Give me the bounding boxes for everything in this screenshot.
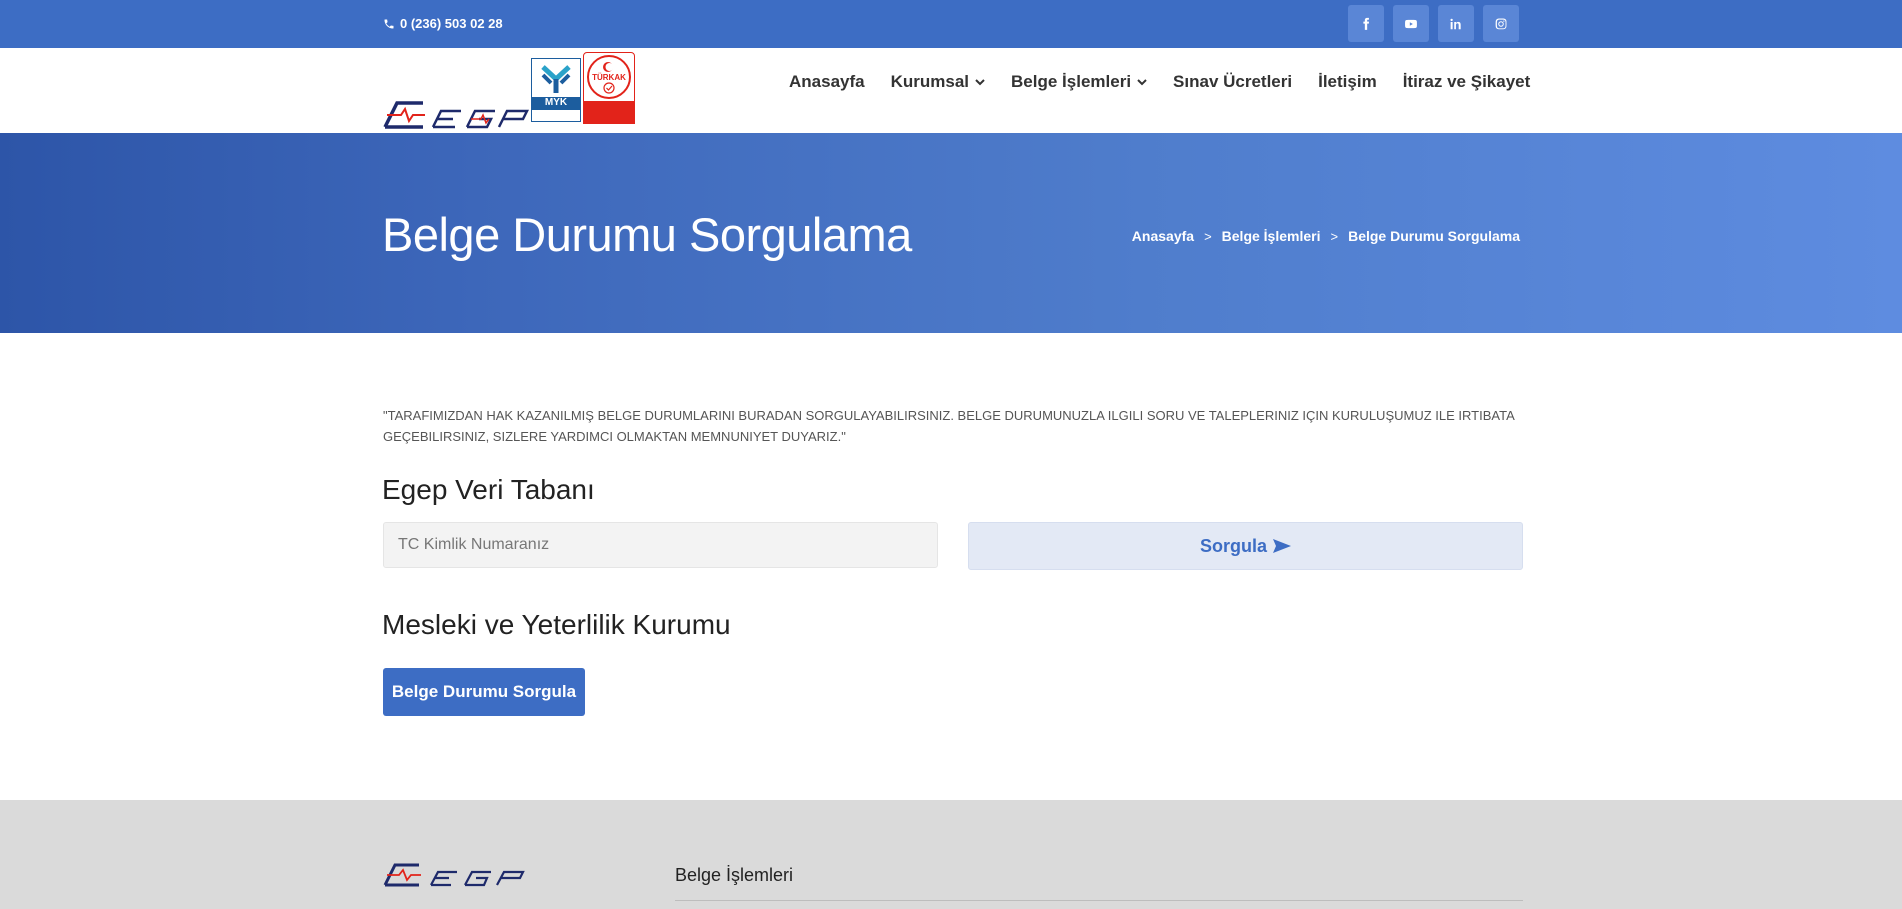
breadcrumb-separator: > [1204,228,1212,244]
facebook-button[interactable] [1348,5,1384,42]
section-egep-title: Egep Veri Tabanı [382,474,595,505]
myk-badge: MYK [531,58,581,122]
nav-sinav-ucretleri[interactable]: Sınav Ücretleri [1173,72,1292,92]
youtube-button[interactable] [1393,5,1429,42]
crescent-star-icon [603,61,614,72]
linkedin-button[interactable] [1438,5,1474,42]
footer-belge-islemleri-heading: Belge İşlemleri [675,865,794,885]
myk-badge-footer [532,109,580,121]
chevron-down-icon [975,79,985,86]
instagram-button[interactable] [1483,5,1519,42]
nav-itiraz-sikayet-label: İtiraz ve Şikayet [1402,72,1531,91]
nav-kurumsal-label: Kurumsal [890,72,970,91]
instagram-icon [1495,17,1507,29]
social-links [1348,5,1519,42]
nav-iletisim[interactable]: İletişim [1318,72,1377,92]
send-icon [1273,539,1291,553]
sorgula-label: Sorgula [1199,535,1267,556]
nav-sinav-ucretleri-label: Sınav Ücretleri [1173,72,1293,91]
turkak-badge-band [584,101,634,123]
footer-divider [675,900,1523,901]
breadcrumb-belge-islemleri[interactable]: Belge İşlemleri [1222,228,1321,244]
nav-belge-islemleri-label: Belge İşlemleri [1011,72,1132,91]
footer-egep-logo[interactable] [383,860,529,888]
check-icon [603,81,615,94]
phone-link[interactable]: 0 (236) 503 02 28 [383,16,503,31]
page-title: Belge Durumu Sorgulama [382,208,912,261]
nav-anasayfa[interactable]: Anasayfa [789,72,865,92]
breadcrumb-anasayfa[interactable]: Anasayfa [1132,228,1194,244]
intro-text: "Tarafımızdan hak kazanılmış belge durum… [383,408,1515,444]
nav-kurumsal[interactable]: Kurumsal [891,72,985,92]
breadcrumb: Anasayfa > Belge İşlemleri > Belge Durum… [1132,228,1520,244]
turkak-badge: TÜRKAK [583,52,635,124]
nav-anasayfa-label: Anasayfa [789,72,865,91]
nav-itiraz-sikayet[interactable]: İtiraz ve Şikayet [1403,72,1531,92]
site-header: MYK TÜRKAK Anasayfa Kurumsal Belge İşlem… [0,48,1902,133]
top-bar: 0 (236) 503 02 28 [0,0,1902,48]
nav-iletisim-label: İletişim [1318,72,1377,91]
page-banner: Belge Durumu Sorgulama Anasayfa > Belge … [0,133,1902,333]
myk-emblem-icon [541,65,571,93]
breadcrumb-current: Belge Durumu Sorgulama [1348,228,1520,244]
site-footer: Belge İşlemleri [0,800,1902,909]
turkak-label: TÜRKAK [592,72,626,82]
phone-icon [384,19,394,28]
linkedin-icon [1450,18,1461,29]
section-myk-title: Mesleki ve Yeterlilik Kurumu [382,609,731,640]
sorgula-button[interactable]: Sorgula [968,522,1523,570]
chevron-down-icon [1137,79,1147,86]
youtube-icon [1405,19,1417,28]
myk-label: MYK [532,97,580,109]
egep-logo[interactable] [383,95,529,131]
facebook-icon [1363,17,1370,30]
tc-kimlik-input[interactable] [383,522,938,568]
phone-number: 0 (236) 503 02 28 [400,16,503,31]
belge-durumu-sorgula-button[interactable]: Belge Durumu Sorgula [383,668,585,716]
nav-belge-islemleri[interactable]: Belge İşlemleri [1011,72,1147,92]
main-nav: Anasayfa Kurumsal Belge İşlemleri Sınav … [789,72,1556,92]
breadcrumb-separator: > [1330,228,1339,244]
